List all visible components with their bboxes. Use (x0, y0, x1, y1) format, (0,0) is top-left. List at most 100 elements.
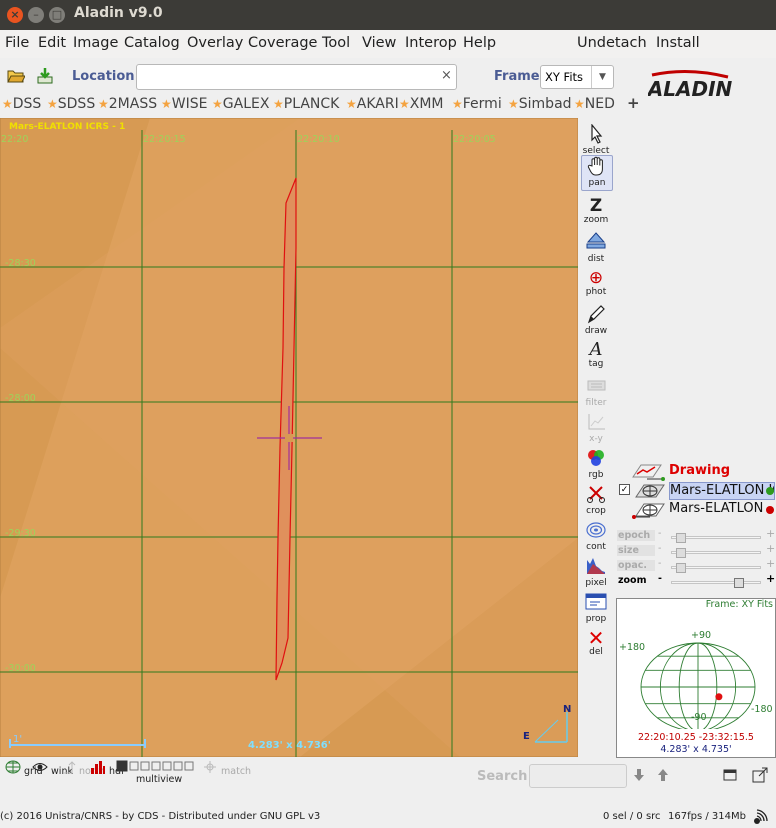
layer-image-2[interactable]: Mars-ELATLON (615, 501, 776, 519)
tool-dist[interactable]: dist (580, 232, 612, 268)
slider-track[interactable] (671, 578, 761, 588)
menu-file[interactable]: File (5, 35, 29, 51)
scissors-icon (587, 486, 605, 503)
layer-image-1[interactable]: ✓ Mars-ELATLON ICRS - 1 (615, 482, 776, 500)
download-icon[interactable] (36, 67, 54, 85)
match-button[interactable]: match (202, 760, 251, 777)
search-input[interactable] (529, 764, 627, 788)
ra-label: 22:20 (1, 134, 29, 145)
size-slider[interactable]: size - + (615, 542, 776, 559)
layer-visible-checkbox[interactable]: ✓ (619, 484, 630, 495)
zoom-icon: Z (589, 196, 603, 216)
detach-window-icon[interactable] (752, 767, 768, 783)
server-sdss[interactable]: ★SDSS (47, 96, 95, 112)
slider-thumb[interactable] (676, 563, 686, 573)
slider-increase[interactable]: + (766, 557, 775, 570)
slider-track[interactable] (671, 548, 761, 558)
maximize-window-button[interactable]: □ (49, 7, 65, 23)
slider-decrease[interactable]: - (658, 543, 661, 554)
slider-increase[interactable]: + (766, 527, 775, 540)
tool-rgb[interactable]: rgb (580, 448, 612, 484)
arrow-up-icon[interactable] (656, 768, 670, 782)
tool-phot[interactable]: ⊕ phot (580, 268, 612, 304)
slider-track[interactable] (671, 563, 761, 573)
tool-del[interactable]: ✕ del (580, 628, 612, 664)
tool-x-y[interactable]: x-y (580, 412, 612, 448)
menu-edit[interactable]: Edit (38, 35, 66, 51)
slider-decrease[interactable]: - (658, 528, 661, 539)
layer-status-dot (766, 506, 774, 514)
sky-minimap[interactable]: Frame: XY Fits +90 -90 +180 -180 22:20:1… (616, 598, 776, 758)
server-planck[interactable]: ★PLANCK (273, 96, 339, 112)
zoom-slider[interactable]: zoom - + (615, 572, 776, 589)
server-ned[interactable]: ★NED (574, 96, 615, 112)
tool-prop[interactable]: prop (580, 592, 612, 628)
tool-crop[interactable]: crop (580, 484, 612, 520)
menu-install[interactable]: Install (656, 35, 700, 51)
arrow-down-icon[interactable] (632, 768, 646, 782)
slider-track[interactable] (671, 533, 761, 543)
menu-help[interactable]: Help (463, 35, 496, 51)
menu-overlay[interactable]: Overlay (187, 35, 243, 51)
server-dss[interactable]: ★DSS (2, 96, 41, 112)
ra-label: 22:20:05 (453, 134, 496, 145)
slider-thumb[interactable] (676, 533, 686, 543)
clear-location-icon[interactable]: × (441, 68, 452, 83)
multiview-button[interactable]: multiview (116, 760, 204, 785)
layer-drawing[interactable]: Drawing (615, 463, 776, 481)
menu-undetach[interactable]: Undetach (577, 35, 647, 51)
menu-view[interactable]: View (362, 35, 396, 51)
frame-select[interactable]: XY Fits ▼ (540, 65, 614, 89)
slider-thumb[interactable] (734, 578, 744, 588)
tool-cont[interactable]: cont (580, 520, 612, 556)
tool-pan[interactable]: pan (581, 155, 613, 191)
star-icon: ★ (161, 97, 172, 111)
tool-zoom[interactable]: Z zoom (580, 196, 612, 232)
menu-catalog[interactable]: Catalog (124, 35, 180, 51)
dec-label: -28:00 (5, 393, 36, 404)
opacity-slider[interactable]: opac. - + (615, 557, 776, 574)
star-icon: ★ (399, 97, 410, 111)
histogram-icon (587, 558, 605, 574)
slider-increase[interactable]: + (766, 572, 775, 585)
tool-filter[interactable]: filter (580, 376, 612, 412)
server-fermi[interactable]: ★Fermi (452, 96, 502, 112)
close-window-button[interactable]: × (7, 7, 23, 23)
image-view[interactable]: N E 22:20 22:20:15 22:20:10 22:20:05 -28… (0, 118, 578, 757)
menu-coverage[interactable]: Coverage (248, 35, 317, 51)
server-2mass[interactable]: ★2MASS (98, 96, 157, 112)
properties-icon (585, 593, 607, 610)
window-restore-icon[interactable] (723, 768, 737, 782)
open-folder-icon[interactable] (7, 67, 25, 85)
aladin-logo: ALADIN (648, 69, 732, 101)
image-layer-icon (635, 484, 665, 498)
tool-tag[interactable]: A tag (580, 340, 612, 376)
server-simbad[interactable]: ★Simbad (508, 96, 572, 112)
sky-image: N E (0, 118, 578, 757)
minimize-window-button[interactable]: – (28, 7, 44, 23)
performance-info: 167fps / 314Mb (668, 811, 746, 822)
server-akari[interactable]: ★AKARI (346, 96, 399, 112)
add-server-button[interactable]: + (627, 94, 640, 112)
minimize-icon: – (33, 8, 39, 21)
slider-decrease[interactable]: - (658, 558, 661, 569)
server-wise[interactable]: ★WISE (161, 96, 207, 112)
location-input[interactable] (136, 64, 457, 90)
menu-tool[interactable]: Tool (322, 35, 350, 51)
grid-icon (5, 760, 21, 774)
slider-increase[interactable]: + (766, 542, 775, 555)
menu-interop[interactable]: Interop (405, 35, 457, 51)
epoch-slider[interactable]: epoch - + (615, 527, 776, 544)
server-galex[interactable]: ★GALEX (212, 96, 269, 112)
slider-thumb[interactable] (676, 548, 686, 558)
samp-hub-icon[interactable] (752, 808, 772, 826)
tool-draw[interactable]: draw (580, 304, 612, 340)
ra-label: 22:20:10 (297, 134, 340, 145)
server-xmm[interactable]: ★XMM (399, 96, 444, 112)
status-bar: (c) 2016 Unistra/CNRS - by CDS - Distrib… (0, 806, 776, 828)
menu-image[interactable]: Image (73, 35, 118, 51)
contour-icon (586, 522, 606, 538)
tool-pixel[interactable]: pixel (580, 556, 612, 592)
delete-icon: ✕ (587, 626, 605, 650)
slider-decrease[interactable]: - (658, 573, 662, 584)
